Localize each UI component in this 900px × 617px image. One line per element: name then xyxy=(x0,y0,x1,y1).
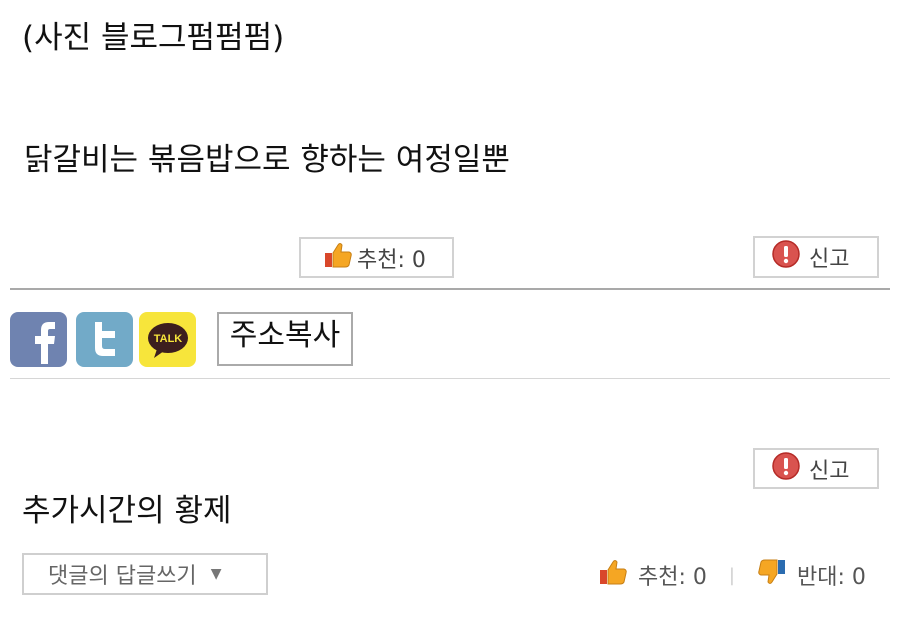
comment-recommend-count[interactable]: 추천: 0 xyxy=(638,559,707,591)
copy-url-button[interactable]: 주소복사 xyxy=(217,312,353,366)
recommend-button[interactable]: 추천: 0 xyxy=(299,237,454,278)
divider xyxy=(10,288,890,290)
comment-text: 추가시간의 황제 xyxy=(22,493,232,529)
comment-vote-bar: 추천: 0 | 반대: 0 xyxy=(598,556,866,594)
separator: | xyxy=(728,564,735,586)
divider xyxy=(10,378,890,379)
kakaotalk-text: TALK xyxy=(153,333,182,345)
warning-icon xyxy=(771,451,801,487)
comment-report-button[interactable]: 신고 xyxy=(753,448,879,489)
comment-oppose-count[interactable]: 반대: 0 xyxy=(797,559,866,591)
thumbs-up-icon[interactable] xyxy=(598,558,628,592)
thumbs-down-icon[interactable] xyxy=(757,558,787,592)
post-body-text: 닭갈비는 볶음밥으로 향하는 여정일뿐 xyxy=(24,142,510,178)
facebook-icon[interactable] xyxy=(10,312,67,367)
report-button[interactable]: 신고 xyxy=(753,236,879,278)
caret-down-icon: ▼ xyxy=(210,566,222,582)
twitter-icon[interactable] xyxy=(76,312,133,367)
report-label: 신고 xyxy=(809,458,850,484)
reply-dropdown[interactable]: 댓글의 답글쓰기 ▼ xyxy=(22,553,268,595)
reply-dropdown-label: 댓글의 답글쓰기 xyxy=(48,564,197,589)
recommend-count: 추천: 0 xyxy=(357,247,426,273)
thumbs-up-icon xyxy=(323,241,353,275)
kakaotalk-icon[interactable]: TALK xyxy=(139,312,196,367)
photo-caption: (사진 블로그펌펌펌) xyxy=(22,20,285,56)
report-label: 신고 xyxy=(809,247,850,272)
warning-icon xyxy=(771,239,801,275)
